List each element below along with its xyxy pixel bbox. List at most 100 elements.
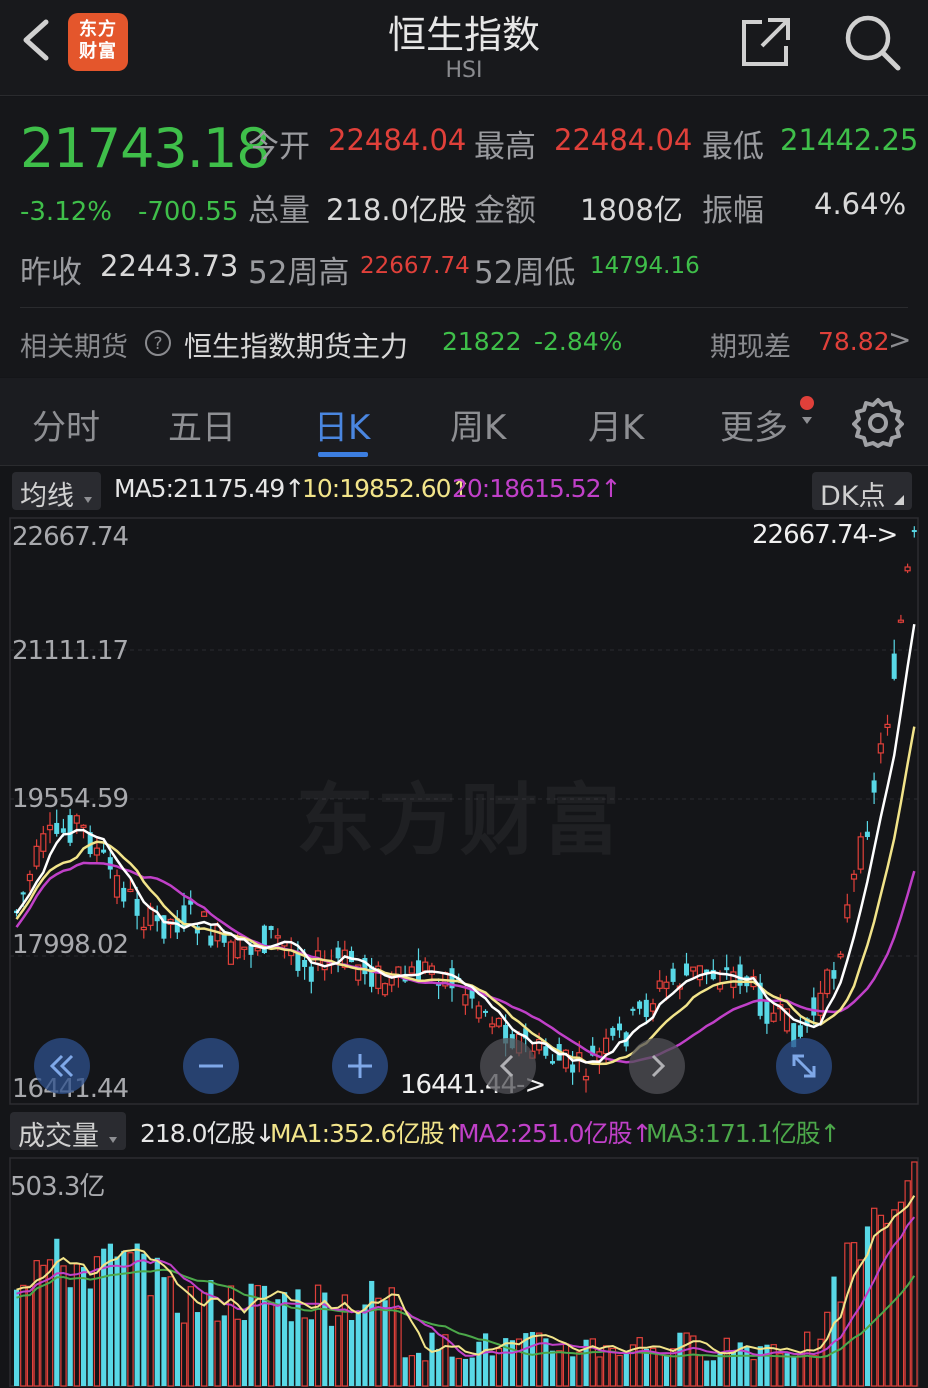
tab-monthly-k[interactable]: 月K (588, 400, 644, 449)
candle-body (241, 946, 248, 950)
candle-body (877, 743, 884, 754)
minus-icon (199, 1064, 223, 1068)
volume-bar (369, 1280, 375, 1386)
candle-body (349, 950, 354, 963)
scroll-left-button[interactable] (480, 1038, 536, 1094)
candle-body (73, 815, 80, 824)
ma-selector-label: 均线 (20, 481, 74, 512)
volume-svg (9, 1157, 919, 1387)
volume-bar (194, 1312, 201, 1386)
w52-low-value: 14794.16 (590, 253, 700, 279)
volume-bar (20, 1284, 27, 1387)
double-chevron-left-icon (49, 1054, 74, 1078)
scroll-right-button[interactable] (629, 1038, 685, 1094)
candle-body (134, 898, 140, 916)
volume-bar (764, 1344, 770, 1386)
chevron-right-icon[interactable]: > (888, 323, 911, 356)
caret-down-icon (802, 417, 812, 424)
caret-down-icon (108, 1137, 117, 1143)
volume-bar (656, 1352, 664, 1387)
candle-body (770, 1012, 777, 1022)
volume-bar (831, 1276, 837, 1386)
volume-bar (67, 1287, 73, 1386)
prev-close-value: 22443.73 (100, 249, 239, 283)
candle-body (891, 653, 897, 679)
candle-body (140, 926, 147, 931)
candle-body (797, 1025, 803, 1037)
volume-ma2: MA2:251.0亿股↑ (458, 1119, 653, 1148)
y-label-max: 22667.74 (12, 522, 129, 552)
volume-bar (535, 1332, 543, 1387)
candle-body (696, 965, 704, 981)
volume-bar (509, 1340, 515, 1386)
indicator-selector[interactable]: 成交量 (10, 1112, 126, 1152)
volume-bar (469, 1357, 475, 1386)
basis-label: 期现差 (710, 332, 791, 363)
volume-bar (355, 1310, 361, 1386)
candle-body (302, 959, 308, 967)
volume-bar (382, 1300, 388, 1386)
candle-body (884, 723, 891, 728)
volume-bar (402, 1357, 408, 1386)
tab-five-day[interactable]: 五日 (168, 400, 236, 449)
amount-value: 1808亿 (580, 193, 683, 227)
volume-today: 218.0亿股↓ (140, 1119, 276, 1148)
volume-bar (180, 1322, 188, 1387)
volume-bar (442, 1334, 449, 1387)
volume-bar (677, 1332, 683, 1386)
notification-dot (800, 396, 814, 410)
volume-bar (174, 1312, 180, 1386)
zoom-out-button[interactable] (183, 1038, 239, 1094)
volume-bar (576, 1351, 583, 1387)
tab-more[interactable]: 更多 (720, 400, 788, 449)
candle-body (428, 965, 435, 975)
volume-bar (362, 1304, 368, 1386)
futures-change: -2.84% (534, 327, 623, 356)
volume-bar (596, 1356, 603, 1387)
tab-intraday[interactable]: 分时 (32, 400, 100, 449)
tab-weekly-k[interactable]: 周K (450, 400, 506, 449)
ma-selector[interactable]: 均线 (12, 472, 101, 512)
candle-body (864, 831, 870, 837)
dk-points-button[interactable]: DK点 (812, 472, 913, 512)
indicator-selector-label: 成交量 (18, 1121, 99, 1152)
zoom-in-button[interactable] (332, 1038, 388, 1094)
settings-button[interactable] (852, 396, 904, 448)
w52-low-label: 52周低 (474, 255, 576, 291)
share-button[interactable] (738, 14, 794, 70)
volume-bar (147, 1295, 154, 1387)
fullscreen-button[interactable] (776, 1038, 832, 1094)
help-icon[interactable]: ? (144, 329, 172, 357)
candle-body (831, 970, 837, 979)
candle-body (656, 980, 663, 989)
candle-body (684, 963, 689, 976)
chevron-right-icon (651, 1054, 666, 1078)
volume-bar (187, 1286, 194, 1387)
candle-body (33, 845, 40, 867)
candle-body (308, 966, 314, 982)
volume-bar (857, 1259, 865, 1387)
candle-body (127, 888, 134, 893)
period-tabs: 分时 五日 日K 周K 月K 更多 (0, 378, 928, 466)
candle-body (254, 947, 261, 952)
volume-bar (710, 1360, 716, 1386)
candle-body (416, 960, 421, 981)
scroll-left-fast-button[interactable] (34, 1038, 90, 1094)
tab-daily-k[interactable]: 日K (314, 400, 370, 449)
low-label: 最低 (702, 129, 764, 165)
search-button[interactable] (842, 12, 902, 72)
candle-body (637, 1001, 643, 1009)
volume-bar (476, 1341, 482, 1386)
prev-close-label: 昨收 (20, 255, 82, 291)
volume-bar (349, 1320, 355, 1386)
volume-chart[interactable] (0, 1156, 928, 1388)
candle-body (475, 1005, 482, 1019)
volume-bar (335, 1315, 342, 1387)
volume-bar (429, 1332, 435, 1386)
w52-high-value: 22667.74 (360, 253, 470, 279)
candle-body (911, 530, 917, 533)
volume-bar (609, 1347, 617, 1387)
candle-body (113, 875, 121, 898)
y-label-3: 19554.59 (12, 784, 129, 814)
futures-name[interactable]: 恒生指数期货主力 (184, 325, 408, 365)
